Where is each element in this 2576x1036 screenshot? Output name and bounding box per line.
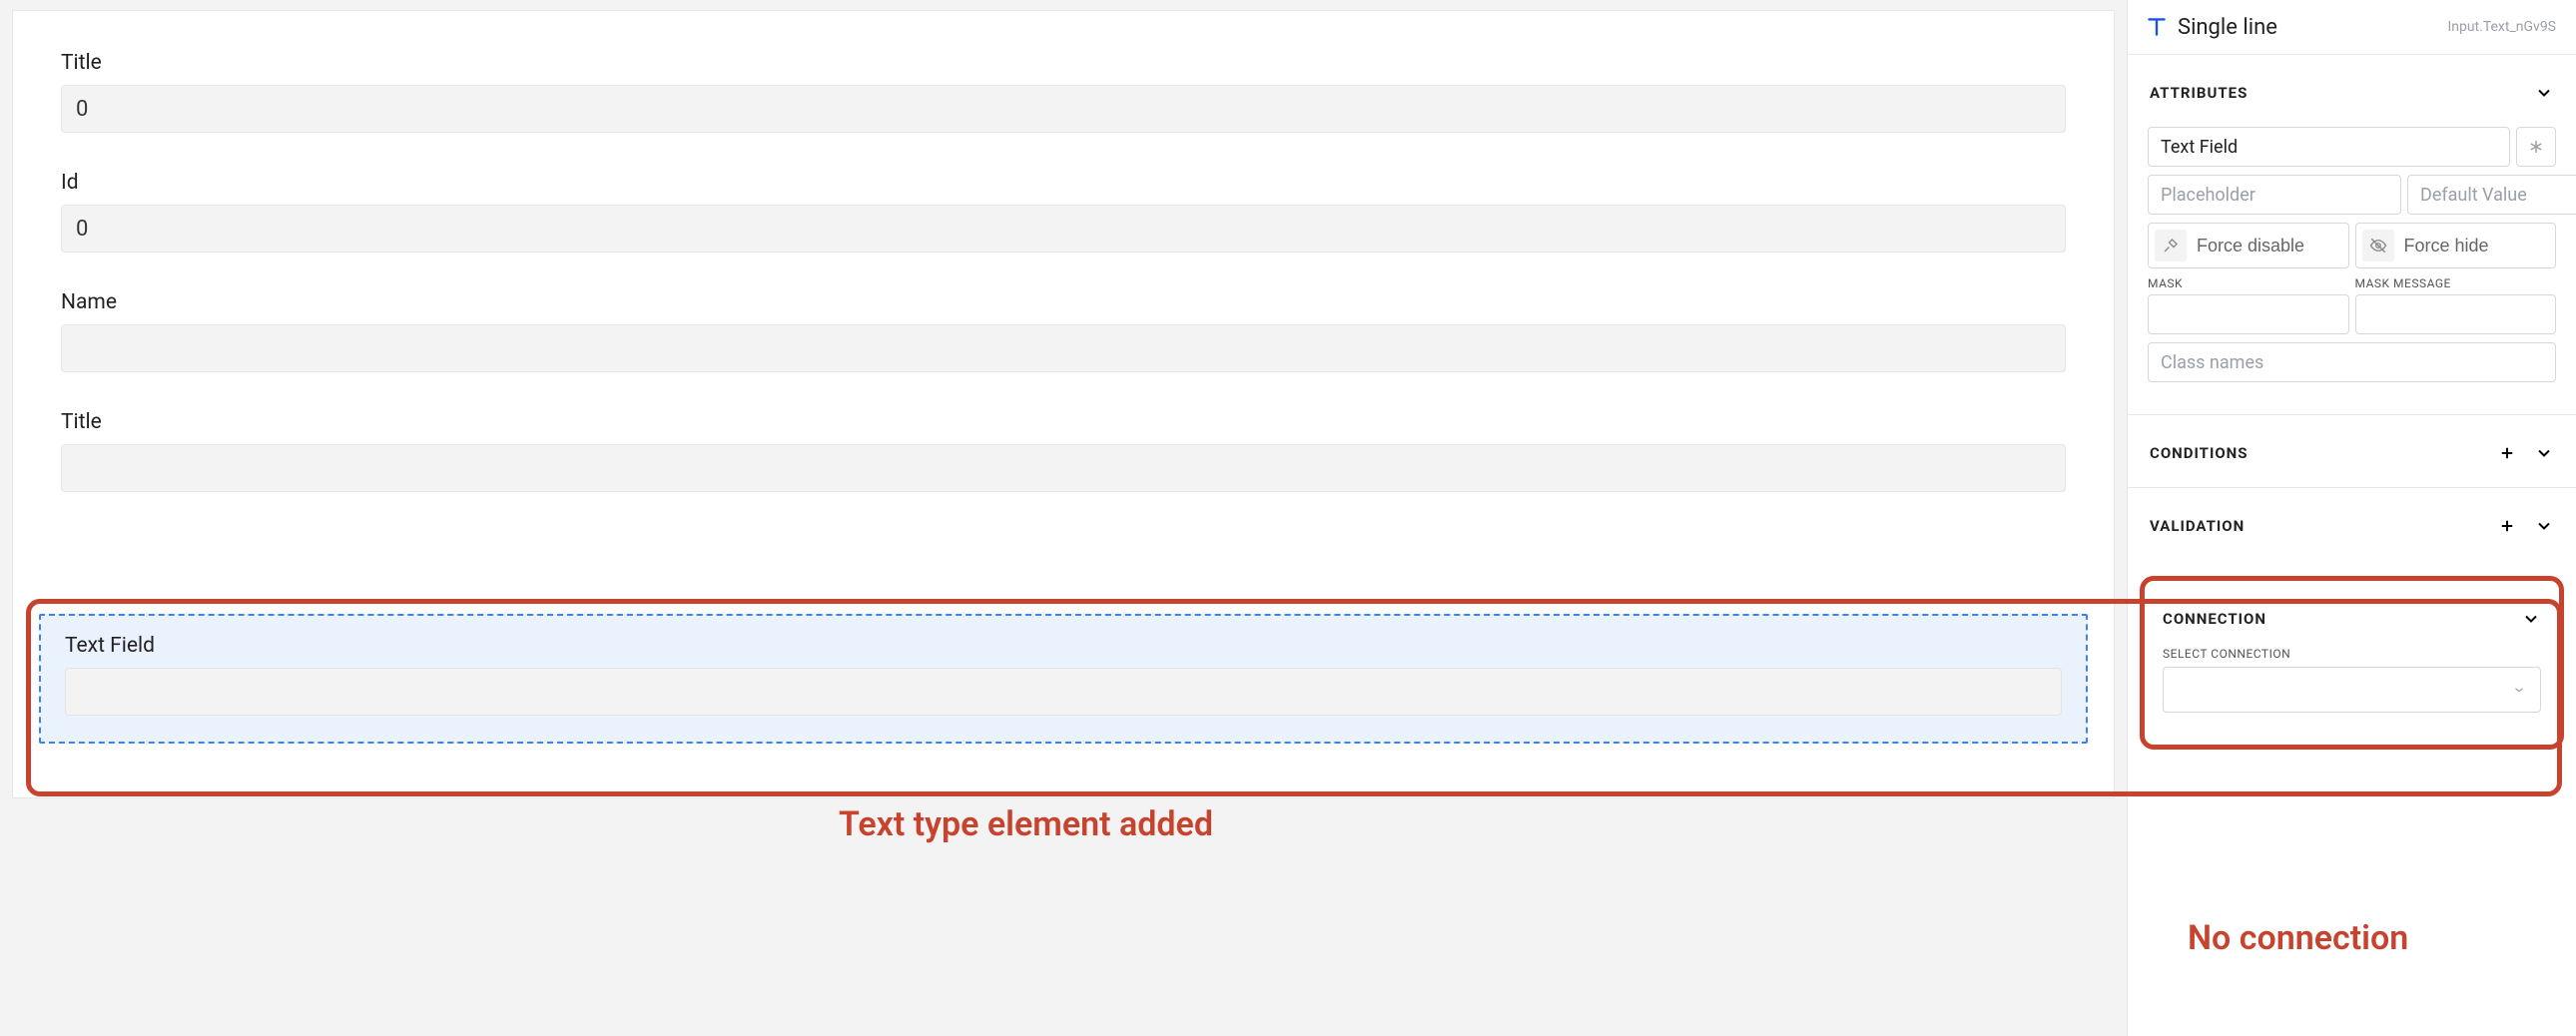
plus-icon[interactable] [2498, 517, 2516, 535]
section-header-connection[interactable]: CONNECTION [2163, 609, 2541, 629]
section-title: VALIDATION [2150, 517, 2245, 535]
field-title-1: Title [61, 51, 2066, 133]
mask-message-label: MASK MESSAGE [2355, 276, 2557, 290]
attr-default-value-input[interactable] [2407, 175, 2576, 215]
section-header-validation[interactable]: VALIDATION [2128, 488, 2576, 560]
field-label: Name [61, 290, 2066, 314]
selected-text-field-input[interactable] [65, 668, 2062, 716]
field-input-title-2[interactable] [61, 444, 2066, 492]
field-id: Id [61, 171, 2066, 253]
chevron-down-icon [2534, 443, 2554, 463]
section-title: CONDITIONS [2150, 444, 2249, 462]
section-attributes: ATTRIBUTES [2128, 55, 2576, 415]
chevron-down-icon [2534, 516, 2554, 536]
sidebar-header: Single line Input.Text_nGv9S [2128, 0, 2576, 55]
force-disable-label: Force disable [2197, 236, 2304, 257]
field-name: Name [61, 290, 2066, 372]
chevron-down-icon [2521, 609, 2541, 629]
field-label: Title [61, 410, 2066, 434]
annotation-text-side: No connection [2188, 918, 2408, 958]
form-canvas: Title Id Name Title Text Field [0, 0, 2127, 1036]
text-icon [2144, 14, 2170, 40]
force-disable-button[interactable]: Force disable [2148, 223, 2349, 268]
section-title: CONNECTION [2163, 610, 2266, 628]
force-hide-label: Force hide [2404, 236, 2489, 257]
field-input-title-1[interactable] [61, 85, 2066, 133]
class-names-input[interactable] [2148, 342, 2556, 382]
field-input-name[interactable] [61, 324, 2066, 372]
annotation-highlight-connection: CONNECTION SELECT CONNECTION [2140, 576, 2564, 750]
plus-icon[interactable] [2498, 444, 2516, 462]
component-id: Input.Text_nGv9S [2447, 19, 2556, 35]
section-title: ATTRIBUTES [2150, 84, 2248, 102]
section-header-attributes[interactable]: ATTRIBUTES [2128, 55, 2576, 127]
mask-input[interactable] [2148, 294, 2349, 334]
field-label: Title [61, 51, 2066, 75]
properties-sidebar: Single line Input.Text_nGv9S ATTRIBUTES [2127, 0, 2576, 1036]
form-card: Title Id Name Title Text Field [12, 10, 2115, 798]
dropdown-arrow-icon [2512, 683, 2526, 697]
tools-icon [2155, 230, 2187, 261]
annotation-text-main: Text type element added [839, 804, 1213, 844]
sidebar-title: Single line [2178, 15, 2277, 40]
attr-name-input[interactable] [2148, 127, 2510, 167]
section-validation: VALIDATION [2128, 488, 2576, 560]
field-label: Text Field [65, 634, 2062, 658]
field-title-2: Title [61, 410, 2066, 492]
required-toggle-button[interactable] [2516, 127, 2556, 167]
chevron-down-icon [2534, 83, 2554, 103]
select-connection-label: SELECT CONNECTION [2163, 647, 2541, 661]
selected-text-field-block[interactable]: Text Field [39, 614, 2088, 744]
mask-message-input[interactable] [2355, 294, 2557, 334]
select-connection-dropdown[interactable] [2163, 667, 2541, 713]
field-input-id[interactable] [61, 205, 2066, 253]
field-label: Id [61, 171, 2066, 195]
section-conditions: CONDITIONS [2128, 415, 2576, 488]
section-header-conditions[interactable]: CONDITIONS [2128, 415, 2576, 487]
mask-label: MASK [2148, 276, 2349, 290]
force-hide-button[interactable]: Force hide [2355, 223, 2557, 268]
eye-off-icon [2362, 230, 2394, 261]
attr-placeholder-input[interactable] [2148, 175, 2401, 215]
